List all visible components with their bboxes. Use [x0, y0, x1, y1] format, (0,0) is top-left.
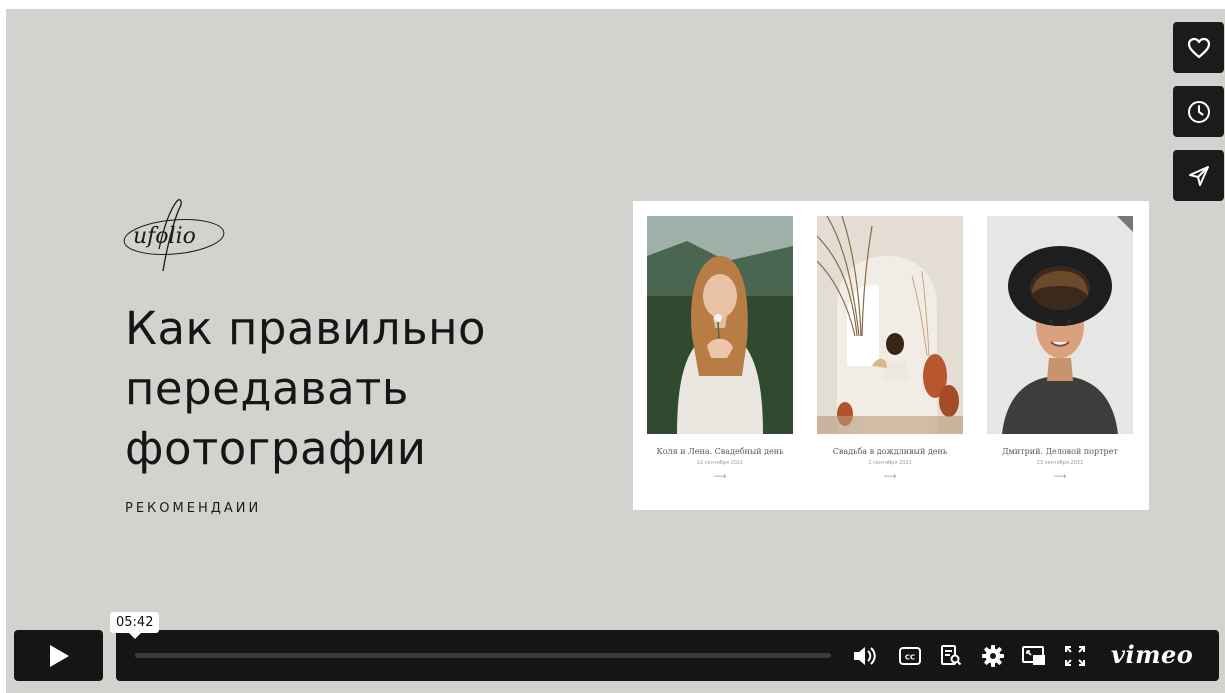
- slide-title-line: Как правильно: [125, 302, 487, 355]
- slide-title-line: передавать: [125, 362, 409, 415]
- card-caption: Дмитрий. Деловой портрет: [1002, 447, 1118, 456]
- portfolio-card: Коля и Лена. Свадебный день 12 сентября …: [647, 216, 793, 482]
- portfolio-preview: Коля и Лена. Свадебный день 12 сентября …: [633, 201, 1149, 510]
- fullscreen-icon: [1065, 646, 1085, 666]
- photo-bride-pampas: [817, 216, 963, 434]
- card-arrow-icon[interactable]: ⟶: [817, 472, 963, 482]
- transcript-button[interactable]: [938, 643, 964, 669]
- captions-button[interactable]: CC: [897, 643, 923, 669]
- card-date: 23 сентября 2021: [1036, 460, 1084, 466]
- portfolio-card: Свадьба в дождливый день 2 сентября 2021…: [817, 216, 963, 482]
- progress-track[interactable]: [135, 653, 831, 658]
- play-icon: [49, 644, 69, 667]
- control-bar: CC vimeo: [116, 630, 1219, 681]
- card-date: 12 сентября 2021: [696, 460, 744, 466]
- pip-icon: [1022, 646, 1045, 665]
- card-arrow-icon[interactable]: ⟶: [647, 472, 793, 482]
- cc-icon: CC: [899, 647, 921, 665]
- send-icon: [1188, 165, 1209, 186]
- volume-icon: [854, 647, 876, 665]
- slide-title-line: фотографии: [125, 422, 427, 475]
- logo-text: ufolio: [133, 224, 196, 249]
- slide-subtitle: РЕКОМЕНДАИИ: [125, 501, 262, 516]
- settings-button[interactable]: [980, 643, 1006, 669]
- svg-text:CC: CC: [905, 654, 915, 662]
- fullscreen-button[interactable]: [1062, 643, 1088, 669]
- photo-girl-with-flower: [647, 216, 793, 434]
- play-button[interactable]: [14, 630, 103, 681]
- like-button[interactable]: [1173, 22, 1224, 73]
- clock-icon: [1187, 100, 1210, 123]
- video-player[interactable]: ufolio Как правильно передавать фотограф…: [6, 9, 1225, 693]
- heart-icon: [1187, 37, 1210, 58]
- card-caption: Коля и Лена. Свадебный день: [656, 447, 784, 456]
- photo-man-in-hat: [987, 216, 1133, 434]
- time-tooltip: 05:42: [110, 612, 160, 639]
- card-date: 2 сентября 2021: [868, 460, 912, 466]
- transcript-search-icon: [941, 645, 962, 666]
- picture-in-picture-button[interactable]: [1021, 643, 1047, 669]
- volume-button[interactable]: [853, 643, 879, 669]
- ufolio-logo: ufolio: [123, 199, 225, 272]
- gear-icon: [982, 645, 1004, 667]
- card-arrow-icon[interactable]: ⟶: [987, 472, 1133, 482]
- share-button[interactable]: [1173, 150, 1224, 201]
- portfolio-card: Дмитрий. Деловой портрет 23 сентября 202…: [987, 216, 1133, 482]
- slide-title: Как правильно передавать фотографии: [125, 299, 585, 479]
- watch-later-button[interactable]: [1173, 86, 1224, 137]
- vimeo-logo[interactable]: vimeo: [1111, 641, 1193, 669]
- card-caption: Свадьба в дождливый день: [832, 447, 948, 456]
